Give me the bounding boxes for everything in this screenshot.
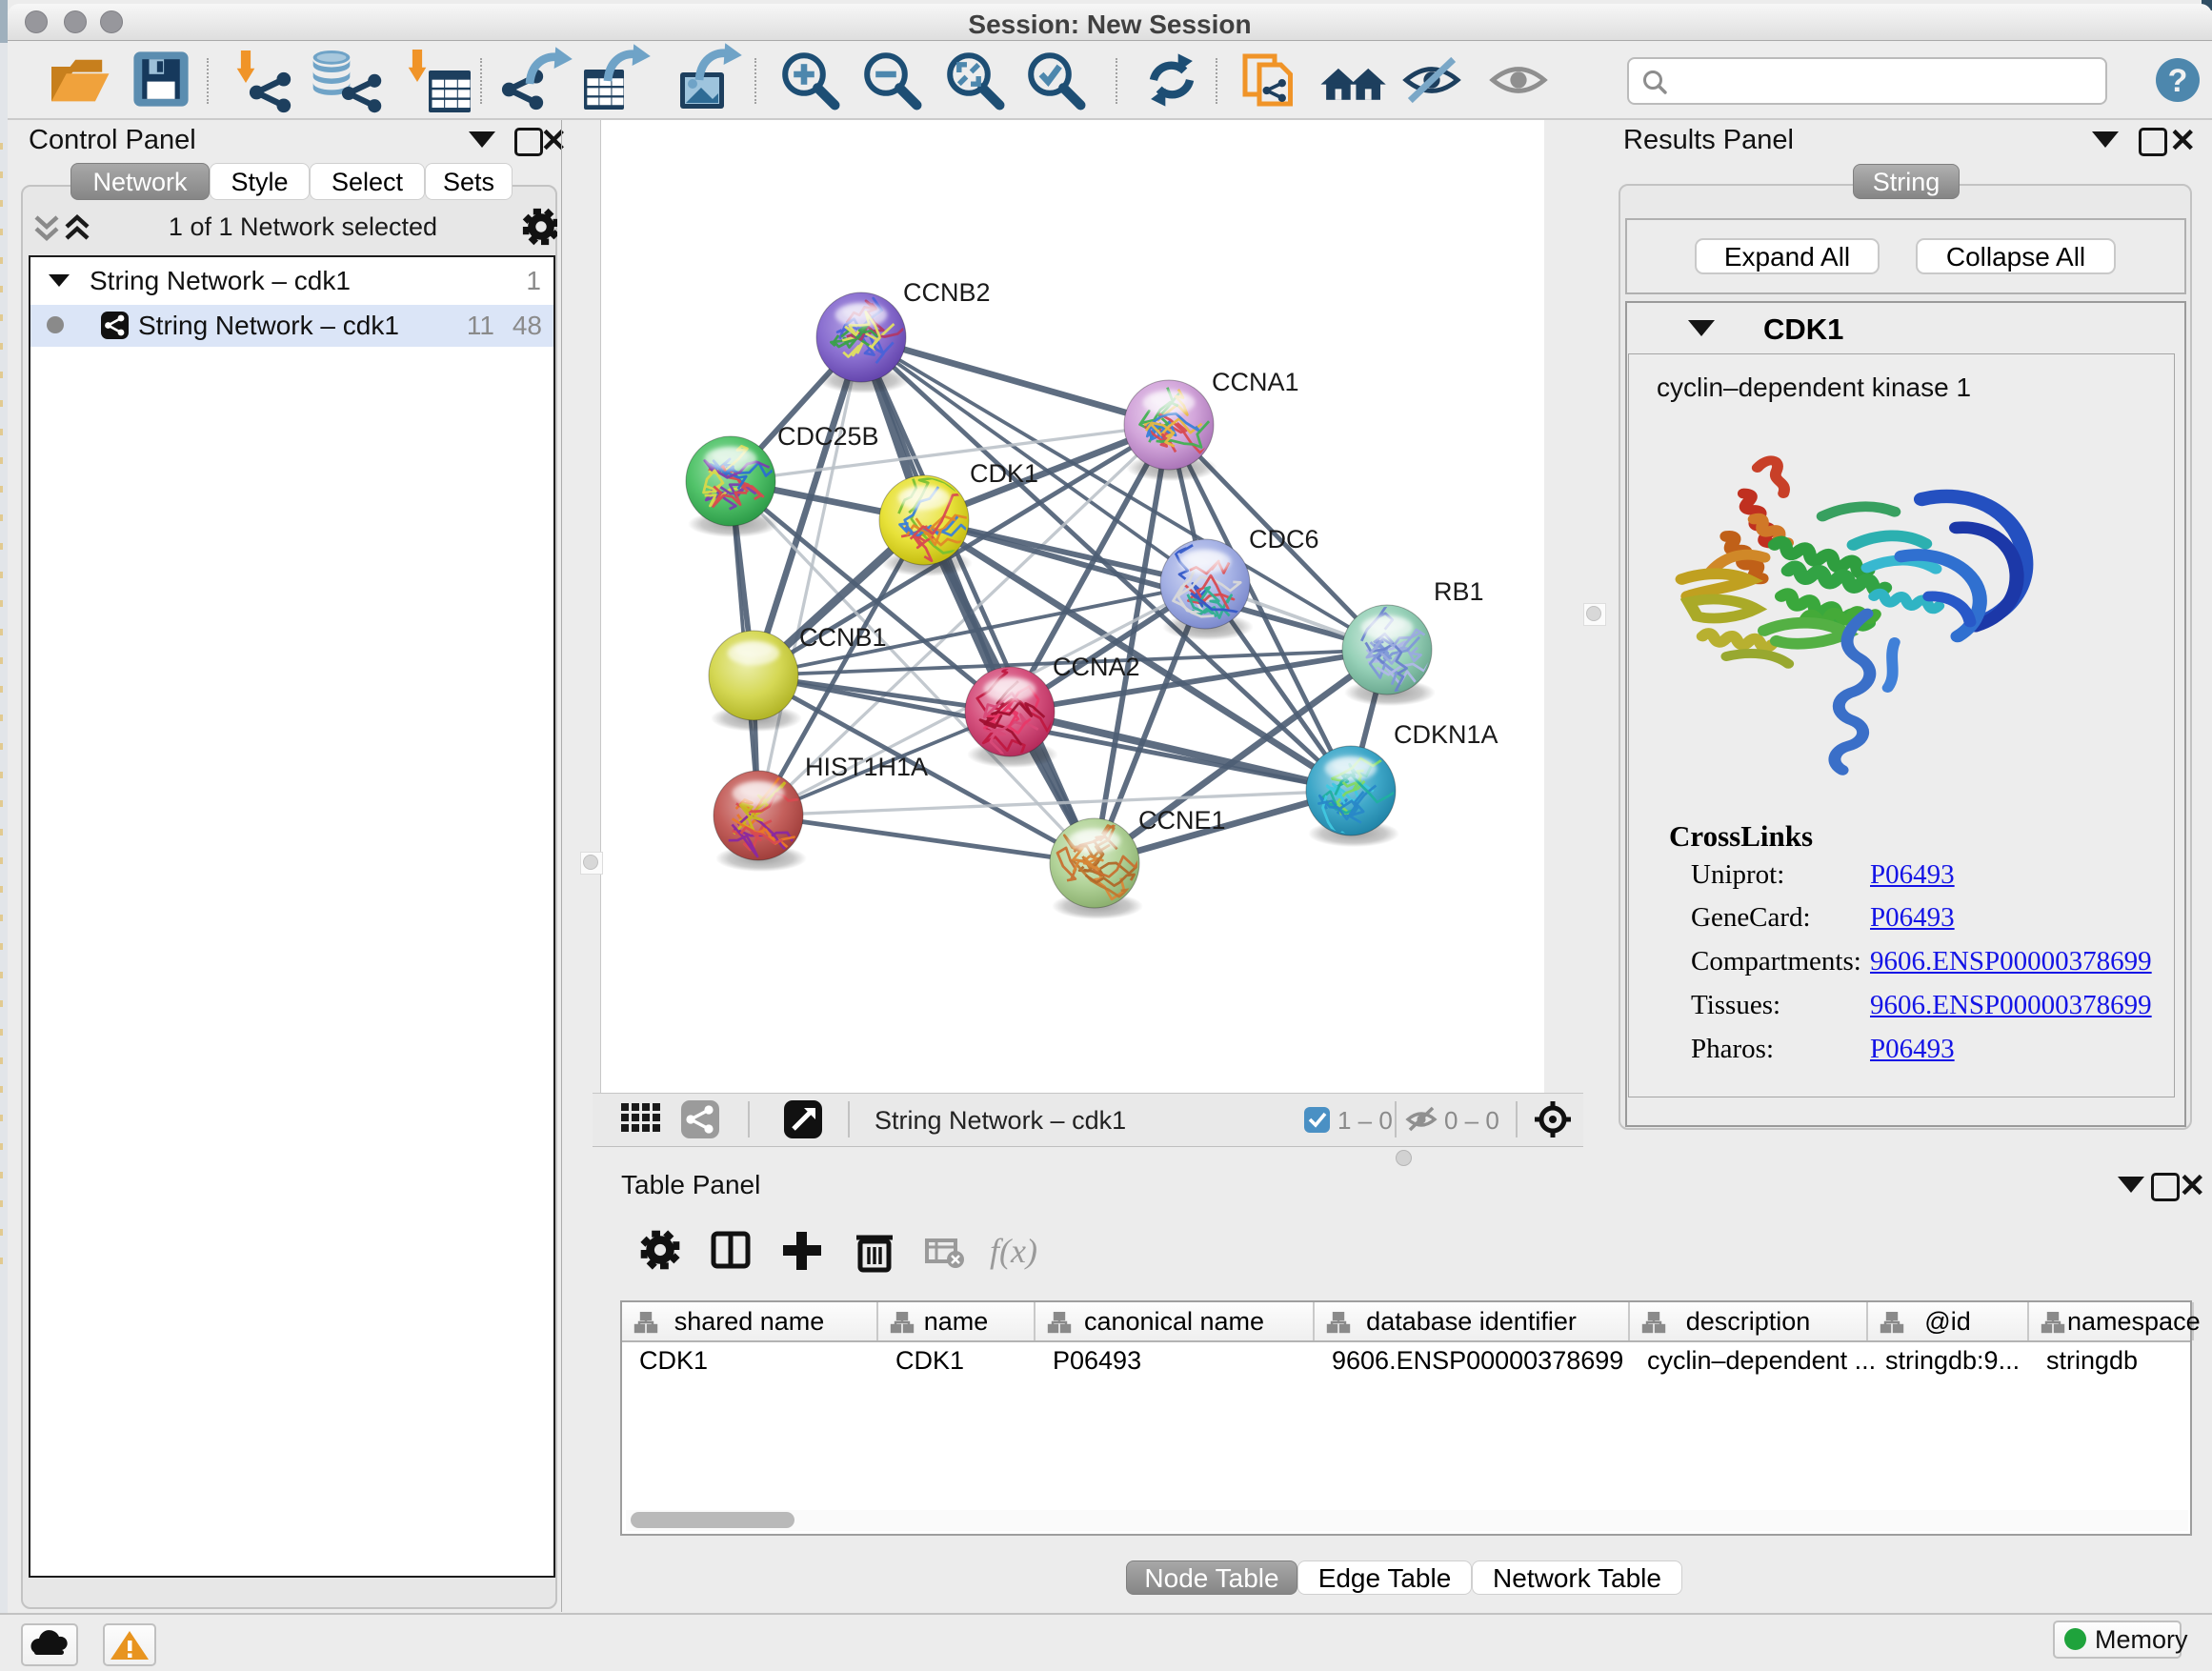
svg-text:CCNB1: CCNB1 — [799, 623, 887, 652]
svg-text:CCNA1: CCNA1 — [1212, 368, 1299, 396]
svg-text:String Network – cdk1: String Network – cdk1 — [875, 1106, 1126, 1135]
svg-text:CDC6: CDC6 — [1249, 525, 1319, 554]
svg-text:CDK1: CDK1 — [970, 459, 1038, 488]
svg-text:CCNE1: CCNE1 — [1138, 806, 1226, 835]
svg-text:11: 11 — [467, 311, 494, 340]
svg-text:CDKN1A: CDKN1A — [1394, 720, 1498, 749]
svg-text:1 – 0: 1 – 0 — [1337, 1106, 1393, 1135]
svg-text:CCNA2: CCNA2 — [1053, 653, 1140, 681]
svg-text:1 of 1 Network selected: 1 of 1 Network selected — [169, 212, 437, 241]
svg-text:0 – 0: 0 – 0 — [1444, 1106, 1499, 1135]
svg-text:HIST1H1A: HIST1H1A — [805, 753, 928, 781]
svg-text:f(x): f(x) — [990, 1232, 1037, 1270]
svg-text:cyclin–dependent kinase 1: cyclin–dependent kinase 1 — [1657, 372, 1971, 402]
svg-text:48: 48 — [513, 311, 542, 340]
svg-text:?: ? — [2168, 63, 2188, 99]
svg-text:RB1: RB1 — [1434, 577, 1484, 606]
svg-text:String Network – cdk1: String Network – cdk1 — [138, 311, 399, 340]
svg-text:String Network – cdk1: String Network – cdk1 — [90, 266, 351, 295]
svg-text:1: 1 — [526, 266, 541, 295]
svg-text:CCNB2: CCNB2 — [903, 278, 991, 307]
svg-text:CDC25B: CDC25B — [777, 422, 879, 451]
